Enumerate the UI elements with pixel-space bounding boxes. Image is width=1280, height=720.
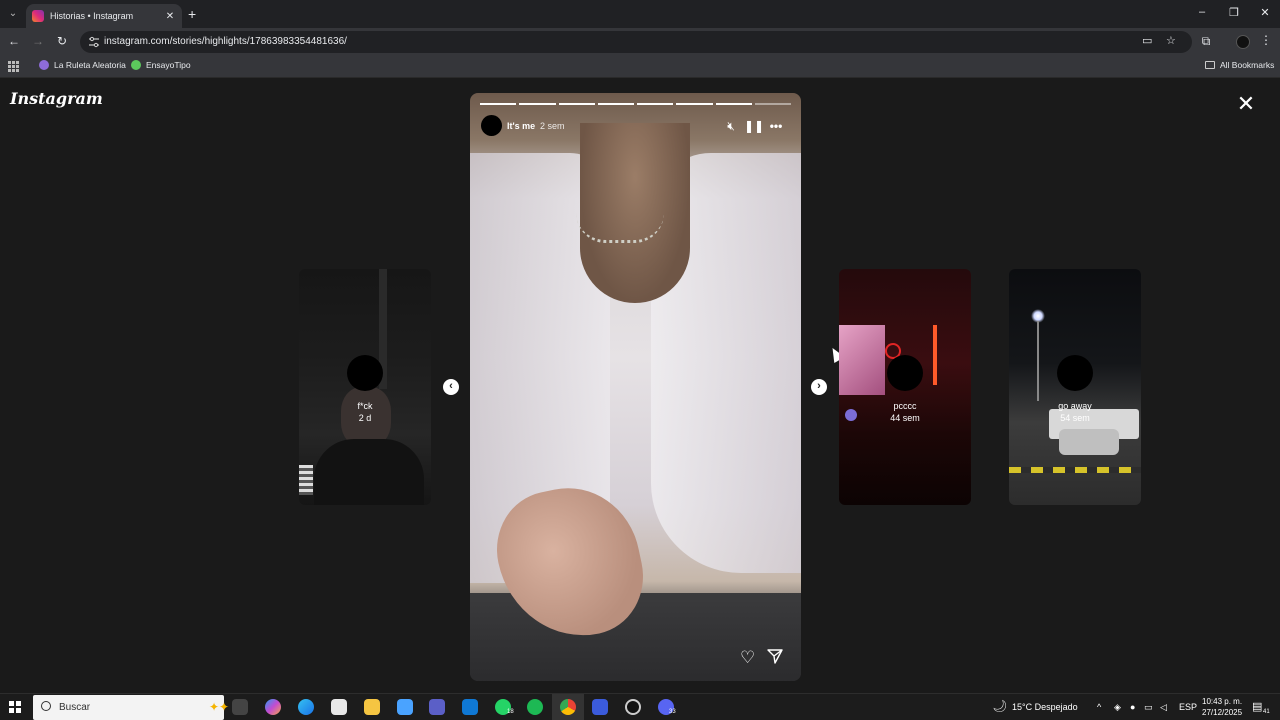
browser-toolbar: ← → ↻ instagram.com/stories/highlights/1…: [0, 28, 1280, 56]
search-highlight-icon: ✦✦: [209, 700, 230, 714]
notification-count: 41: [1263, 709, 1270, 715]
spotify-icon[interactable]: [527, 699, 543, 715]
instagram-logo[interactable]: Instagram: [10, 89, 103, 108]
preview-name: pcccc: [893, 401, 917, 411]
forward-icon[interactable]: →: [30, 34, 46, 48]
preview-time: 44 sem: [890, 413, 920, 423]
story-progress-bar: [480, 103, 791, 106]
address-bar[interactable]: instagram.com/stories/highlights/1786398…: [80, 31, 1192, 53]
weather-icon: 🌙︎: [992, 699, 1008, 713]
task-view-icon[interactable]: [232, 699, 248, 715]
minimize-icon[interactable]: –: [1192, 6, 1212, 18]
language-indicator[interactable]: ESP: [1179, 702, 1197, 712]
bookmark-favicon: [131, 60, 141, 70]
bookmarks-bar: La Ruleta Aleatoria EnsayoTipo All Bookm…: [0, 56, 1280, 78]
story-time: 2 sem: [540, 121, 565, 131]
profile-avatar[interactable]: [1236, 35, 1250, 49]
bookmark-label: EnsayoTipo: [146, 60, 191, 70]
story-viewer[interactable]: It's me 2 sem 🔇︎ ❚❚ ••• ♡: [470, 93, 801, 681]
all-bookmarks-label: All Bookmarks: [1220, 60, 1275, 70]
outlook-icon[interactable]: [462, 699, 478, 715]
teams-icon[interactable]: [429, 699, 445, 715]
chevron-right-icon[interactable]: ›: [811, 379, 827, 395]
restore-icon[interactable]: ❐: [1224, 6, 1244, 19]
more-options-icon[interactable]: •••: [768, 119, 784, 133]
taskbar-search[interactable]: Buscar ✦✦: [33, 695, 229, 720]
send-icon[interactable]: [766, 647, 784, 665]
clock-time: 10:43 p. m.: [1202, 697, 1243, 706]
tray-app-icon[interactable]: ◈: [1114, 702, 1121, 713]
more-icon[interactable]: ⋮: [1260, 33, 1272, 47]
pause-icon[interactable]: ❚❚: [744, 119, 764, 133]
tab-close-icon[interactable]: ✕: [164, 11, 176, 22]
back-icon[interactable]: ←: [6, 34, 22, 48]
story-username[interactable]: It's me: [507, 121, 535, 131]
windows-taskbar: Buscar ✦✦ 18 33 🌙︎ 15°C Despejado ^ ◈ ● …: [0, 693, 1280, 720]
story-preview-pcccc[interactable]: pcccc 44 sem: [839, 269, 971, 505]
preview-time: 2 d: [358, 413, 372, 423]
bookmark-favicon: [39, 60, 49, 70]
preview-name: f*ck: [357, 401, 373, 411]
chrome-icon[interactable]: [560, 699, 576, 715]
notification-icon[interactable]: ▤: [1252, 700, 1262, 713]
weather-text[interactable]: 15°C Despejado: [1012, 702, 1078, 712]
app-icon[interactable]: [397, 699, 413, 715]
reload-icon[interactable]: ↻: [54, 34, 70, 48]
url-text: instagram.com/stories/highlights/1786398…: [104, 36, 347, 47]
clock-date: 27/12/2025: [1202, 708, 1243, 717]
search-icon: [41, 701, 51, 711]
preview-avatar: [347, 355, 383, 391]
instagram-favicon: [32, 10, 44, 22]
all-bookmarks-button[interactable]: All Bookmarks: [1205, 60, 1274, 70]
new-tab-icon[interactable]: +: [188, 6, 196, 22]
story-avatar[interactable]: [481, 115, 502, 136]
close-icon[interactable]: ✕: [1236, 93, 1256, 115]
folder-icon: [1205, 61, 1215, 69]
preview-time: 54 sem: [1060, 413, 1090, 423]
discord-badge: 33: [669, 709, 676, 715]
stories-page: Instagram ✕ f*ck 2 d ‹ It's me 2 sem 🔇︎ …: [0, 79, 1280, 693]
copilot-icon[interactable]: [265, 699, 281, 715]
network-icon[interactable]: ▭: [1144, 702, 1153, 713]
story-preview-fck[interactable]: f*ck 2 d: [299, 269, 431, 505]
tab-list-icon[interactable]: ⌄: [4, 5, 22, 23]
edge-icon[interactable]: [298, 699, 314, 715]
microphone-icon[interactable]: ●: [1130, 702, 1135, 712]
mute-icon[interactable]: 🔇︎: [723, 119, 739, 134]
extensions-icon[interactable]: ⧉: [1198, 34, 1214, 49]
preview-avatar: [887, 355, 923, 391]
app-icon[interactable]: [592, 699, 608, 715]
bookmark-label: La Ruleta Aleatoria: [54, 60, 126, 70]
preview-avatar: [1057, 355, 1093, 391]
windows-start-icon[interactable]: [9, 701, 21, 713]
bookmark-ensayotipo[interactable]: EnsayoTipo: [131, 60, 191, 70]
search-placeholder: Buscar: [59, 702, 91, 713]
clock[interactable]: 10:43 p. m. 27/12/2025: [1202, 696, 1242, 718]
tab-title: Historias • Instagram: [50, 11, 134, 21]
clock-app-icon[interactable]: [625, 699, 641, 715]
cast-icon[interactable]: ▭: [1142, 34, 1152, 47]
browser-tab[interactable]: Historias • Instagram ✕: [26, 4, 182, 28]
tray-chevron-icon[interactable]: ^: [1097, 702, 1101, 712]
chevron-left-icon[interactable]: ‹: [443, 379, 459, 395]
store-icon[interactable]: [331, 699, 347, 715]
browser-titlebar: ⌄ Historias • Instagram ✕ + – ❐ ✕: [0, 0, 1280, 28]
bookmark-la-ruleta[interactable]: La Ruleta Aleatoria: [39, 60, 126, 70]
close-window-icon[interactable]: ✕: [1255, 6, 1275, 19]
bookmark-star-icon[interactable]: ☆: [1166, 34, 1176, 47]
file-explorer-icon[interactable]: [364, 699, 380, 715]
whatsapp-badge: 18: [507, 709, 514, 715]
preview-name: go away: [1058, 401, 1092, 411]
volume-icon[interactable]: ◁: [1160, 702, 1167, 713]
apps-icon[interactable]: [8, 61, 19, 72]
story-preview-go-away[interactable]: go away 54 sem: [1009, 269, 1141, 505]
site-info-icon[interactable]: [88, 36, 100, 48]
heart-icon[interactable]: ♡: [740, 648, 755, 668]
